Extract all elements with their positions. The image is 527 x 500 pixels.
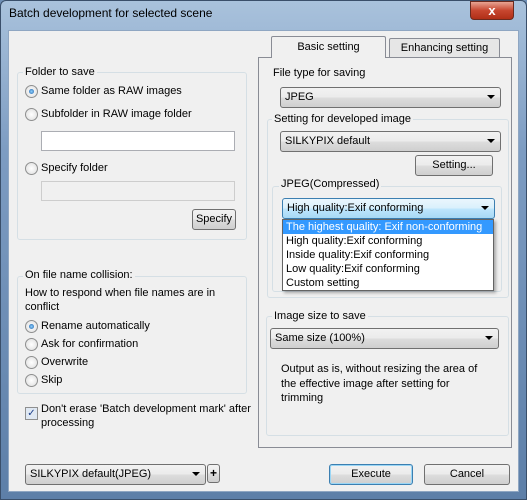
dev-setting-combo[interactable]: SILKYPIX default — [280, 131, 501, 152]
file-type-value: JPEG — [285, 91, 314, 103]
jpeg-quality-value: High quality:Exif conforming — [287, 202, 424, 214]
dropdown-option[interactable]: Custom setting — [283, 276, 493, 290]
dropdown-option[interactable]: Inside quality:Exif conforming — [283, 248, 493, 262]
keep-mark-checkbox[interactable]: ✓ — [25, 407, 38, 420]
radio-specify-folder[interactable] — [25, 162, 38, 175]
radio-subfolder-label: Subfolder in RAW image folder — [41, 108, 192, 120]
radio-overwrite-label: Overwrite — [41, 356, 89, 368]
folder-group-label: Folder to save — [23, 66, 97, 78]
radio-ask-label: Ask for confirmation — [41, 338, 139, 350]
specify-folder-input — [41, 181, 235, 201]
radio-specify-folder-label: Specify folder — [41, 162, 108, 174]
radio-same-folder[interactable] — [25, 85, 38, 98]
cancel-button[interactable]: Cancel — [424, 464, 510, 485]
specify-button[interactable]: Specify — [192, 209, 236, 230]
size-description-2: the effective image after setting for — [281, 378, 450, 390]
jpeg-group-label: JPEG(Compressed) — [279, 178, 382, 190]
size-description: Output as is, without resizing the area … — [281, 363, 478, 375]
image-size-value: Same size (100%) — [275, 332, 365, 344]
dev-setting-value: SILKYPIX default — [285, 135, 370, 147]
close-button[interactable]: x — [470, 1, 514, 20]
file-type-combo[interactable]: JPEG — [280, 87, 501, 108]
radio-subfolder[interactable] — [25, 108, 38, 121]
dropdown-option[interactable]: High quality:Exif conforming — [283, 234, 493, 248]
dropdown-option[interactable]: The highest quality: Exif non-conforming — [283, 220, 493, 234]
jpeg-quality-dropdown: The highest quality: Exif non-conforming… — [282, 219, 494, 291]
collision-prompt: How to respond when file names are in — [25, 287, 216, 299]
radio-overwrite[interactable] — [25, 356, 38, 369]
add-preset-button[interactable]: + — [207, 464, 220, 483]
tab-enhancing-setting[interactable]: Enhancing setting — [389, 38, 500, 57]
chevron-down-icon — [485, 336, 493, 340]
radio-same-folder-label: Same folder as RAW images — [41, 85, 182, 97]
radio-ask[interactable] — [25, 338, 38, 351]
tab-basic-setting[interactable]: Basic setting — [271, 36, 386, 58]
chevron-down-icon — [481, 206, 489, 210]
chevron-down-icon — [487, 139, 495, 143]
radio-rename[interactable] — [25, 320, 38, 333]
file-type-label: File type for saving — [273, 67, 366, 79]
chevron-down-icon — [487, 95, 495, 99]
jpeg-quality-combo[interactable]: High quality:Exif conforming — [282, 198, 495, 219]
preset-combo[interactable]: SILKYPIX default(JPEG) — [25, 464, 206, 485]
subfolder-input[interactable] — [41, 131, 235, 151]
chevron-down-icon — [192, 472, 200, 476]
collision-group-label: On file name collision: — [23, 269, 135, 281]
keep-mark-label: Don't erase 'Batch development mark' aft… — [41, 403, 251, 415]
radio-skip-label: Skip — [41, 374, 63, 386]
radio-rename-label: Rename automatically — [41, 320, 150, 332]
radio-skip[interactable] — [25, 374, 38, 387]
dev-group-label: Setting for developed image — [272, 113, 413, 125]
setting-button[interactable]: Setting... — [415, 155, 493, 176]
preset-value: SILKYPIX default(JPEG) — [30, 468, 152, 480]
image-size-combo[interactable]: Same size (100%) — [270, 328, 499, 349]
keep-mark-label-2: processing — [41, 417, 95, 429]
size-description-3: trimming — [281, 392, 324, 404]
size-group-label: Image size to save — [272, 310, 368, 322]
execute-button[interactable]: Execute — [329, 464, 413, 485]
dropdown-option[interactable]: Low quality:Exif conforming — [283, 262, 493, 276]
plus-icon: + — [209, 466, 217, 480]
window-title: Batch development for selected scene — [9, 6, 213, 20]
collision-prompt-2: conflict — [25, 301, 60, 313]
